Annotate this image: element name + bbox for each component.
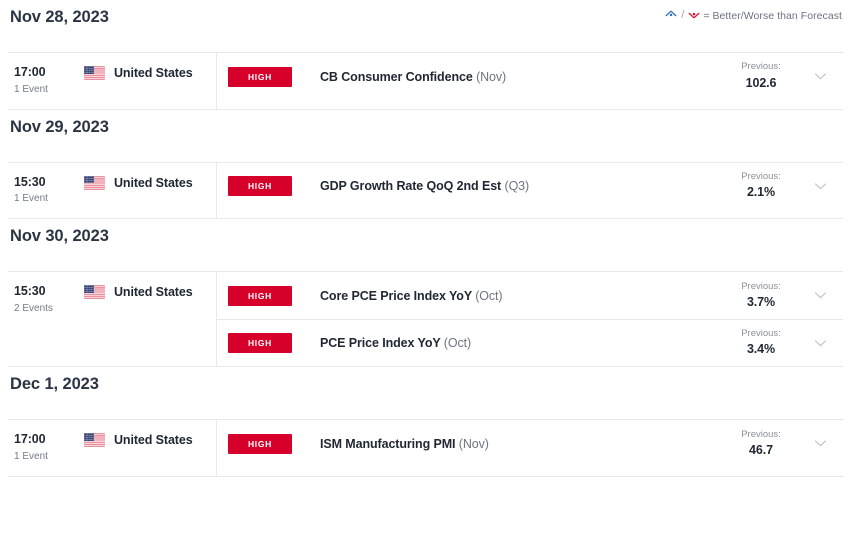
event-period: (Oct): [475, 288, 503, 303]
day-meta-cell: 17:00 1 Event United States: [8, 420, 217, 476]
event-period: (Oct): [443, 336, 472, 351]
expand-row-button[interactable]: [797, 339, 843, 348]
event-count: 2 Events: [14, 302, 53, 314]
previous-metric: Previous: 102.6: [727, 61, 797, 91]
day-date-header: Nov 30, 2023: [10, 227, 109, 246]
event-title-text: GDP Growth Rate QoQ 2nd Est: [320, 179, 502, 194]
expand-row-button[interactable]: [797, 182, 843, 191]
previous-metric: Previous: 3.4%: [727, 328, 797, 358]
previous-label: Previous:: [741, 280, 781, 292]
impact-badge-high: HIGH: [228, 285, 292, 306]
event-title-text: ISM Manufacturing PMI: [320, 436, 456, 451]
time-block: 15:30 2 Events: [8, 284, 84, 316]
us-flag-icon: [84, 175, 105, 190]
time-block: 17:00 1 Event: [8, 432, 84, 464]
day-events-block: 15:30 2 Events United States HIGH Core P…: [8, 271, 843, 368]
event-count: 1 Event: [14, 193, 48, 205]
event-time: 15:30: [14, 284, 46, 299]
country-name: United States: [114, 433, 193, 448]
expand-row-button[interactable]: [797, 72, 843, 81]
event-title[interactable]: PCE Price Index YoY (Oct): [320, 336, 727, 350]
events-list: HIGH CB Consumer Confidence (Nov) Previo…: [217, 53, 843, 109]
event-row-0-0[interactable]: HIGH CB Consumer Confidence (Nov) Previo…: [217, 53, 843, 100]
day-meta-cell: 15:30 2 Events United States: [8, 272, 217, 367]
event-title[interactable]: ISM Manufacturing PMI (Nov): [320, 437, 727, 451]
legend: / = Better/Worse than Forecast: [665, 9, 842, 23]
event-time: 17:00: [14, 432, 46, 447]
event-title-text: PCE Price Index YoY: [320, 336, 441, 351]
chevron-down-icon: [814, 72, 827, 81]
event-period: (Nov): [476, 69, 507, 84]
events-list: HIGH ISM Manufacturing PMI (Nov) Previou…: [217, 420, 843, 476]
day-events-block: 17:00 1 Event United States HIGH CB Cons…: [8, 52, 843, 110]
day-group-1: Nov 29, 2023 15:30 1 Event United States…: [0, 110, 850, 220]
day-date-header: Dec 1, 2023: [10, 375, 99, 394]
legend-separator: /: [681, 9, 685, 22]
chevron-down-icon: [814, 291, 827, 300]
previous-value: 3.7%: [746, 294, 776, 309]
event-count: 1 Event: [14, 450, 48, 462]
expand-row-button[interactable]: [797, 291, 843, 300]
event-time: 15:30: [14, 174, 46, 189]
economic-calendar: / = Better/Worse than Forecast Nov 28, 2…: [0, 0, 850, 539]
previous-metric: Previous: 46.7: [727, 429, 797, 459]
day-events-block: 15:30 1 Event United States HIGH GDP Gro…: [8, 161, 843, 220]
country-block: United States: [84, 175, 193, 190]
event-row-1-0[interactable]: HIGH GDP Growth Rate QoQ 2nd Est (Q3) Pr…: [217, 163, 843, 210]
legend-text: = Better/Worse than Forecast: [703, 9, 842, 22]
previous-metric: Previous: 2.1%: [727, 171, 797, 201]
previous-value: 2.1%: [746, 185, 776, 200]
event-row-3-0[interactable]: HIGH ISM Manufacturing PMI (Nov) Previou…: [217, 420, 843, 467]
event-title[interactable]: GDP Growth Rate QoQ 2nd Est (Q3): [320, 179, 727, 193]
event-title-text: Core PCE Price Index YoY: [320, 288, 472, 303]
event-title[interactable]: Core PCE Price Index YoY (Oct): [320, 289, 727, 303]
time-block: 17:00 1 Event: [8, 65, 84, 97]
day-events-block: 17:00 1 Event United States HIGH ISM Man…: [8, 419, 843, 477]
event-time: 17:00: [14, 65, 46, 79]
previous-value: 102.6: [745, 75, 777, 90]
event-title[interactable]: CB Consumer Confidence (Nov): [320, 70, 727, 84]
day-date-header: Nov 29, 2023: [10, 117, 109, 136]
impact-badge-high: HIGH: [228, 333, 292, 354]
chevron-down-icon: [814, 339, 827, 348]
expand-row-button[interactable]: [797, 439, 843, 448]
chevron-down-icon: [814, 439, 827, 448]
country-name: United States: [114, 285, 193, 300]
day-group-2: Nov 30, 2023 15:30 2 Events United State…: [0, 219, 850, 368]
event-count: 1 Event: [14, 83, 48, 95]
previous-label: Previous:: [741, 428, 781, 440]
country-block: United States: [84, 65, 193, 80]
event-period: (Nov): [458, 436, 489, 451]
event-title-text: CB Consumer Confidence: [320, 69, 473, 84]
previous-label: Previous:: [741, 170, 781, 182]
day-groups: Nov 28, 2023 17:00 1 Event United States…: [0, 0, 850, 477]
previous-value: 46.7: [749, 442, 773, 457]
country-name: United States: [114, 175, 193, 190]
us-flag-icon: [84, 66, 105, 80]
events-list: HIGH Core PCE Price Index YoY (Oct) Prev…: [217, 272, 843, 366]
caret-up-icon: [665, 9, 677, 23]
previous-value: 3.4%: [746, 342, 776, 357]
us-flag-icon: [84, 433, 105, 448]
impact-badge-high: HIGH: [228, 66, 292, 87]
events-list: HIGH GDP Growth Rate QoQ 2nd Est (Q3) Pr…: [217, 163, 843, 219]
previous-metric: Previous: 3.7%: [727, 281, 797, 311]
event-row-2-0[interactable]: HIGH Core PCE Price Index YoY (Oct) Prev…: [217, 272, 843, 319]
impact-badge-high: HIGH: [228, 433, 292, 454]
caret-down-icon: [688, 9, 700, 23]
time-block: 15:30 1 Event: [8, 175, 84, 207]
previous-label: Previous:: [741, 328, 781, 340]
day-meta-cell: 17:00 1 Event United States: [8, 53, 217, 109]
impact-badge-high: HIGH: [228, 176, 292, 197]
country-block: United States: [84, 432, 193, 448]
country-name: United States: [114, 66, 193, 80]
event-row-2-1[interactable]: HIGH PCE Price Index YoY (Oct) Previous:…: [217, 319, 843, 366]
us-flag-icon: [84, 285, 105, 300]
day-group-3: Dec 1, 2023 17:00 1 Event United States …: [0, 367, 850, 477]
country-block: United States: [84, 284, 193, 300]
event-period: (Q3): [504, 179, 530, 194]
chevron-down-icon: [814, 182, 827, 191]
day-meta-cell: 15:30 1 Event United States: [8, 162, 217, 219]
previous-label: Previous:: [741, 61, 781, 73]
